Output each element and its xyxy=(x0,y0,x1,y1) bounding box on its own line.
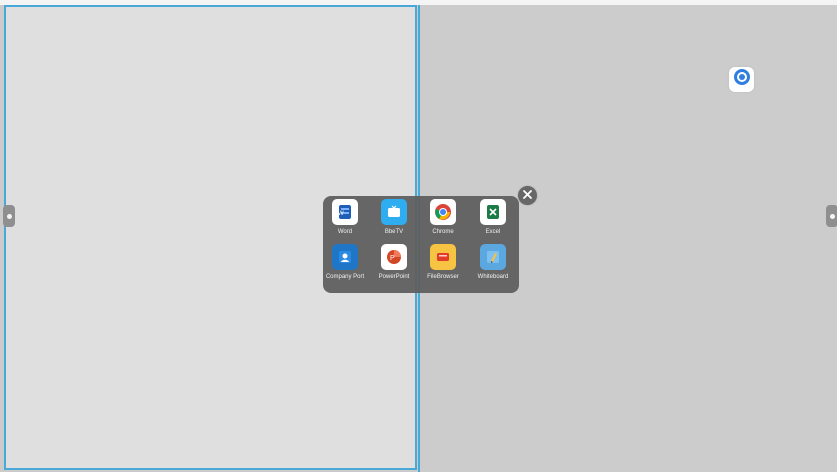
app-label: BbeTV xyxy=(384,229,404,235)
whiteboard-icon xyxy=(480,244,506,270)
left-edge-handle[interactable] xyxy=(3,205,15,227)
svg-text:P: P xyxy=(390,255,395,262)
app-label: Whiteboard xyxy=(477,274,509,280)
floating-app-button[interactable] xyxy=(729,67,754,92)
powerpoint-icon: P xyxy=(381,244,407,270)
app-bbetv[interactable]: BbeTV xyxy=(368,199,420,244)
company-portal-icon xyxy=(332,244,358,270)
tv-icon xyxy=(381,199,407,225)
screen: W Word BbeTV Chrome Excel Company Port P… xyxy=(0,0,837,472)
app-company-portal[interactable]: Company Port xyxy=(319,244,371,289)
app-excel[interactable]: Excel xyxy=(467,199,519,244)
app-word[interactable]: W Word xyxy=(319,199,371,244)
app-chrome[interactable]: Chrome xyxy=(417,199,469,244)
right-edge-handle[interactable] xyxy=(826,205,837,227)
excel-icon xyxy=(480,199,506,225)
close-icon xyxy=(522,187,533,205)
app-label: Word xyxy=(337,229,353,235)
app-label: PowerPoint xyxy=(378,274,410,280)
app-label: Chrome xyxy=(432,229,454,235)
handle-dot-icon xyxy=(6,213,12,219)
folder-icon xyxy=(430,244,456,270)
svg-text:W: W xyxy=(338,211,344,217)
app-powerpoint[interactable]: P PowerPoint xyxy=(368,244,420,289)
app-label: Company Port xyxy=(325,274,365,280)
circle-app-icon xyxy=(733,68,751,91)
app-label: FileBrowser xyxy=(427,274,459,280)
chrome-icon xyxy=(430,199,456,225)
close-launcher-button[interactable] xyxy=(517,185,538,206)
app-label: Excel xyxy=(485,229,501,235)
word-icon: W xyxy=(332,199,358,225)
app-filebrowser[interactable]: FileBrowser xyxy=(417,244,469,289)
app-whiteboard[interactable]: Whiteboard xyxy=(467,244,519,289)
handle-dot-icon xyxy=(829,213,835,219)
